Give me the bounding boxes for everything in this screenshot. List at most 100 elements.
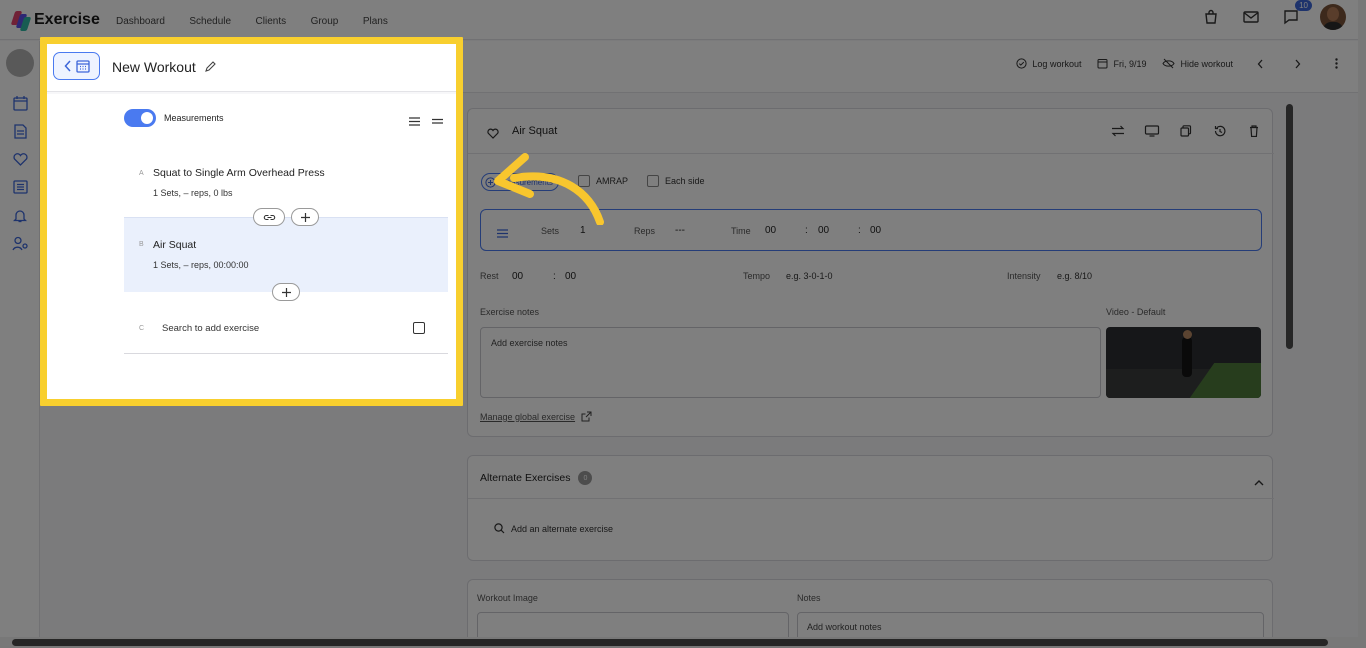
check-circle-icon: [1016, 58, 1028, 69]
more-options-icon[interactable]: [1335, 58, 1338, 69]
top-navigation: Exercise Dashboard Schedule Clients Grou…: [0, 0, 1366, 40]
alternate-count-badge: 0: [578, 471, 593, 485]
brand-logo-icon: [10, 10, 32, 31]
exercise-letter: B: [139, 241, 144, 248]
exercise-name: Air Squat: [153, 239, 197, 251]
main-nav: Dashboard Schedule Clients Group Plans: [116, 11, 408, 29]
nav-group[interactable]: Group: [311, 16, 339, 27]
rail-calendar-icon[interactable]: [0, 89, 40, 117]
app-root: Exercise Dashboard Schedule Clients Grou…: [0, 0, 1366, 648]
tempo-label: Tempo: [743, 271, 771, 281]
time-minutes-input[interactable]: 00: [818, 225, 829, 236]
intensity-label: Intensity: [1007, 271, 1041, 281]
exercise-notes-label: Exercise notes: [480, 307, 540, 317]
spotlight-back-to-calendar-button[interactable]: [53, 52, 100, 80]
measurements-toggle[interactable]: [124, 109, 156, 127]
time-separator-2: :: [858, 225, 861, 236]
measurements-toggle-label: Measurements: [164, 113, 224, 123]
exercise-search-input[interactable]: Search to add exercise: [162, 323, 259, 334]
sets-label: Sets: [541, 226, 560, 236]
superset-link-button[interactable]: [253, 208, 285, 226]
rail-list-icon[interactable]: [0, 173, 40, 201]
chevron-up-icon[interactable]: [1254, 473, 1264, 491]
exercise-notes-textarea[interactable]: Add exercise notes: [480, 327, 1101, 398]
manage-link-label: Manage global exercise: [480, 411, 576, 422]
manage-global-exercise-link[interactable]: Manage global exercise: [480, 411, 592, 422]
exercise-letter: C: [139, 325, 145, 332]
exercise-video-thumbnail[interactable]: [1106, 327, 1261, 398]
heart-icon[interactable]: [487, 126, 499, 144]
exercise-search-row[interactable]: C Search to add exercise: [124, 306, 448, 354]
add-alternate-placeholder: Add an alternate exercise: [511, 523, 614, 534]
rail-user-settings-icon[interactable]: [0, 229, 40, 257]
rail-document-icon[interactable]: [0, 117, 40, 145]
chevron-right-icon: [1295, 59, 1301, 68]
plus-icon: [300, 212, 310, 222]
link-icon: [263, 214, 275, 220]
previous-day-button[interactable]: [1257, 59, 1264, 69]
workout-actions: Log workout Fri, 9/19 Hide workout: [1016, 58, 1338, 69]
rail-heart-icon[interactable]: [0, 145, 40, 173]
reps-label: Reps: [634, 226, 656, 236]
next-day-button[interactable]: [1294, 59, 1301, 69]
page-vertical-scrollbar[interactable]: [1358, 0, 1366, 648]
expanded-list-icon[interactable]: [409, 113, 420, 131]
workout-exercise-list: Measurements A Squat to Single Arm Overh…: [47, 94, 456, 399]
monitor-icon[interactable]: [1144, 124, 1160, 142]
nav-dashboard[interactable]: Dashboard: [116, 16, 165, 27]
rest-label: Rest: [480, 271, 499, 281]
shop-bag-icon[interactable]: [1200, 6, 1222, 28]
mail-icon[interactable]: [1240, 6, 1262, 28]
external-link-icon: [581, 411, 592, 422]
each-side-checkbox[interactable]: Each side: [647, 175, 705, 187]
brand[interactable]: Exercise: [10, 10, 116, 31]
video-label: Video - Default: [1106, 307, 1166, 317]
date-picker-button[interactable]: Fri, 9/19: [1097, 58, 1146, 69]
exercise-tools: [1110, 124, 1262, 142]
time-hours-input[interactable]: 00: [765, 225, 776, 236]
add-alternate-search[interactable]: Add an alternate exercise: [494, 523, 613, 534]
log-workout-button[interactable]: Log workout: [1016, 58, 1081, 69]
pencil-icon[interactable]: [204, 60, 216, 78]
intensity-input[interactable]: e.g. 8/10: [1057, 271, 1092, 281]
brand-name: Exercise: [34, 10, 100, 28]
chevron-left-icon: [63, 60, 71, 72]
log-workout-label: Log workout: [1032, 58, 1082, 69]
history-icon[interactable]: [1212, 124, 1228, 142]
search-select-checkbox[interactable]: [413, 322, 425, 334]
rail-bell-icon[interactable]: [0, 201, 40, 229]
swap-icon[interactable]: [1110, 124, 1126, 142]
exercise-item-b[interactable]: B Air Squat 1 Sets, – reps, 00:00:00: [124, 217, 448, 292]
search-icon: [494, 523, 505, 534]
alternate-exercises-card: Alternate Exercises 0 Add an alternate e…: [467, 455, 1274, 561]
rest-minutes-input[interactable]: 00: [512, 271, 523, 282]
exercise-item-a[interactable]: A Squat to Single Arm Overhead Press 1 S…: [124, 152, 448, 214]
copy-icon[interactable]: [1178, 124, 1194, 142]
tempo-input[interactable]: e.g. 3-0-1-0: [786, 271, 833, 281]
time-seconds-input[interactable]: 00: [870, 225, 881, 236]
chat-icon[interactable]: 10: [1280, 0, 1312, 28]
chevron-left-icon: [1257, 59, 1263, 68]
client-avatar[interactable]: [5, 49, 34, 77]
hide-workout-button[interactable]: Hide workout: [1162, 58, 1233, 69]
content-scrollbar-thumb[interactable]: [1286, 104, 1293, 349]
drag-handle-icon[interactable]: [497, 225, 508, 243]
nav-plans[interactable]: Plans: [363, 16, 388, 27]
reps-input[interactable]: ---: [675, 225, 685, 236]
rest-seconds-input[interactable]: 00: [565, 271, 576, 282]
trash-icon[interactable]: [1246, 124, 1262, 142]
add-exercise-after-button[interactable]: [272, 283, 300, 301]
calendar-small-icon: [1097, 59, 1108, 69]
nav-clients[interactable]: Clients: [256, 16, 287, 27]
workout-date: Fri, 9/19: [1113, 58, 1147, 69]
add-exercise-between-button[interactable]: [291, 208, 319, 226]
alternate-exercises-header[interactable]: Alternate Exercises 0: [468, 456, 1274, 499]
sets-input[interactable]: 1: [580, 225, 586, 236]
compact-list-icon[interactable]: [432, 113, 443, 131]
nav-schedule[interactable]: Schedule: [189, 16, 231, 27]
horizontal-scrollbar-thumb[interactable]: [12, 639, 1328, 646]
time-label: Time: [731, 226, 751, 236]
user-avatar[interactable]: [1320, 4, 1346, 30]
spotlight-region: New Workout Measurements A Squat to Sing…: [47, 44, 456, 399]
alternate-exercises-title: Alternate Exercises: [480, 472, 571, 484]
